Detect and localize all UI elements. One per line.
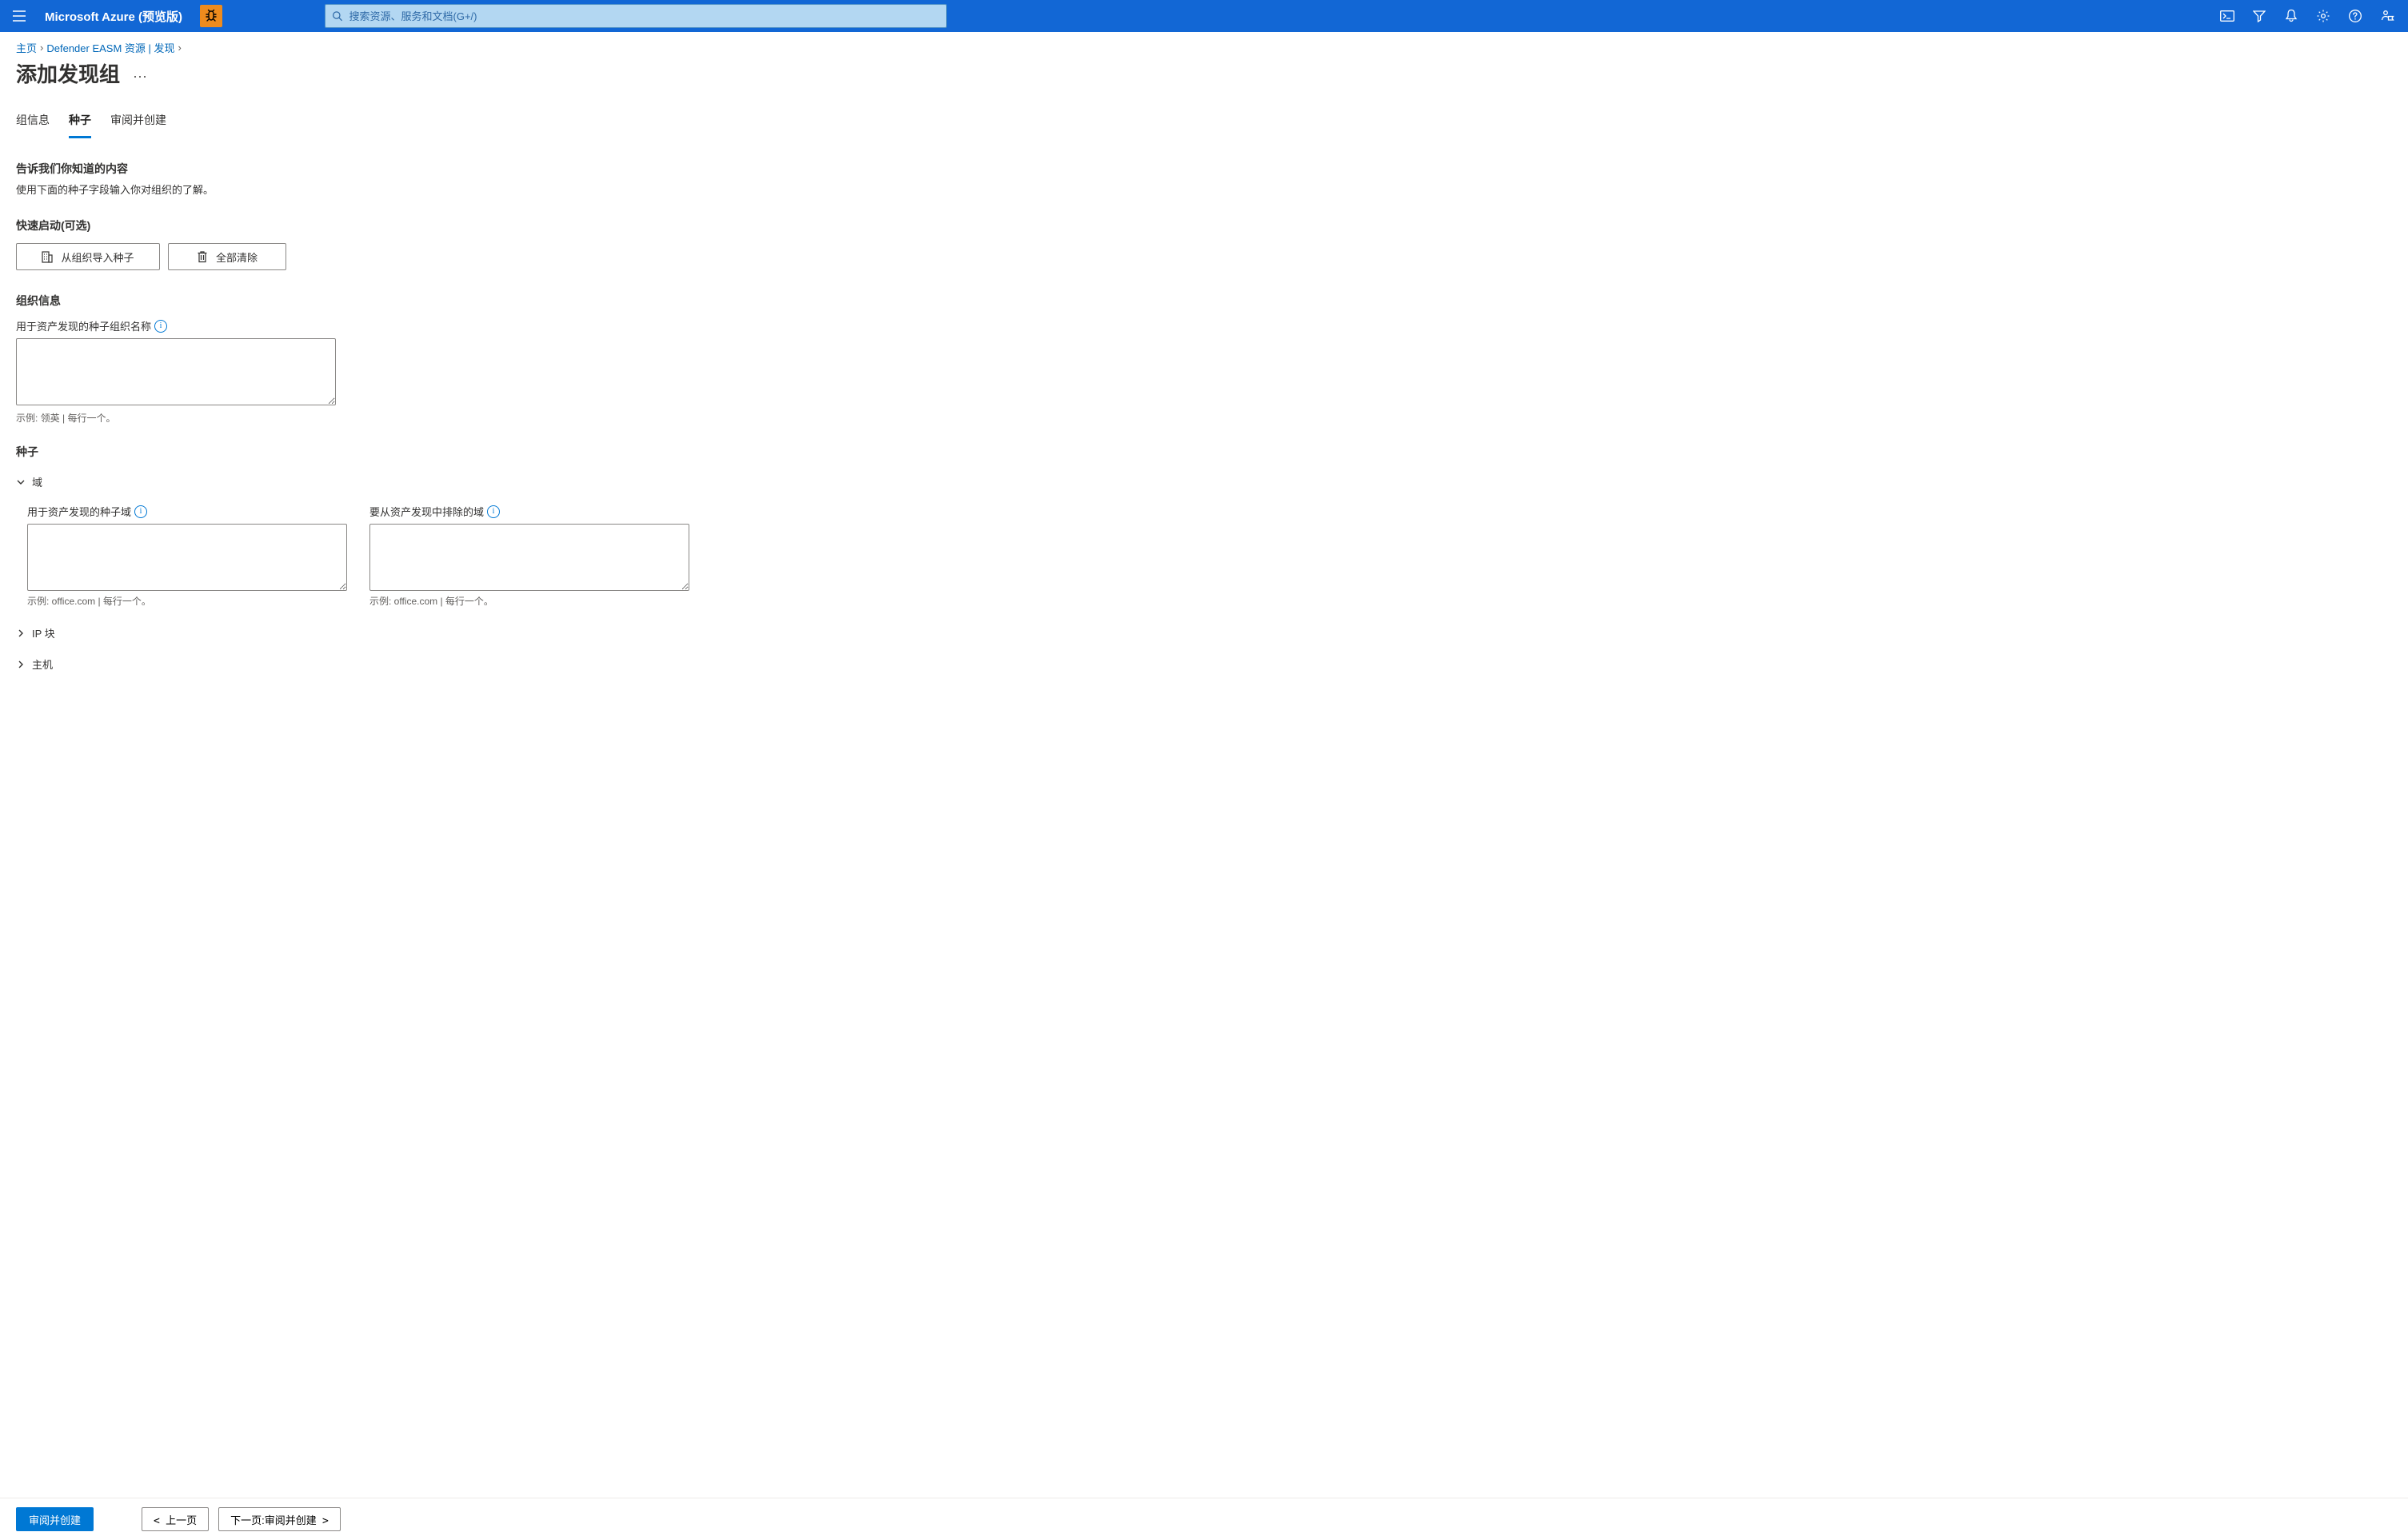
gear-icon (2316, 9, 2330, 23)
chevron-down-icon (16, 477, 26, 487)
page-body: 主页 › Defender EASM 资源 | 发现 › 添加发现组 ⋯ 组信息… (0, 32, 2408, 1498)
section-intro: 告诉我们你知道的内容 使用下面的种子字段输入你对组织的了解。 (16, 161, 2392, 197)
import-seeds-from-org-button[interactable]: 从组织导入种子 (16, 243, 160, 270)
feedback-icon (2380, 9, 2394, 23)
org-names-label-text: 用于资产发现的种子组织名称 (16, 318, 151, 333)
org-names-textarea[interactable] (16, 338, 336, 405)
chevron-right-icon: › (178, 42, 182, 54)
menu-icon (13, 10, 26, 22)
filter-icon (2253, 10, 2266, 22)
notifications-button[interactable] (2277, 0, 2306, 32)
cloud-shell-icon (2220, 10, 2234, 22)
breadcrumb-home[interactable]: 主页 (16, 40, 37, 55)
preview-bug-button[interactable] (200, 5, 222, 27)
wizard-footer: 审阅并创建 < 上一页 下一页:审阅并创建 > (0, 1498, 2408, 1540)
intro-sub: 使用下面的种子字段输入你对组织的了解。 (16, 182, 2392, 197)
page-title: 添加发现组 (16, 58, 120, 88)
breadcrumb-resource[interactable]: Defender EASM 资源 | 发现 (46, 40, 174, 55)
accordion-ip-blocks-header[interactable]: IP 块 (16, 620, 2392, 645)
section-quickstart: 快速启动(可选) 从组织导入种子 全部清除 (16, 217, 2392, 270)
domains-include-label-text: 用于资产发现的种子域 (27, 504, 131, 519)
review-and-create-button[interactable]: 审阅并创建 (16, 1507, 94, 1531)
breadcrumb: 主页 › Defender EASM 资源 | 发现 › (16, 40, 2392, 55)
next-page-label: 下一页:审阅并创建 (230, 1514, 317, 1526)
help-icon (2348, 9, 2362, 23)
import-seeds-label: 从组织导入种子 (61, 249, 134, 265)
accordion-domains: 域 用于资产发现的种子域 i 示例: office.com | 每行一个。 (16, 469, 2392, 614)
chevron-right-icon (16, 660, 26, 669)
domains-exclude-label-text: 要从资产发现中排除的域 (369, 504, 484, 519)
info-icon[interactable]: i (134, 505, 147, 518)
cloud-shell-button[interactable] (2213, 0, 2242, 32)
info-icon[interactable]: i (154, 320, 167, 333)
domains-include-textarea[interactable] (27, 524, 347, 591)
seeds-heading: 种子 (16, 444, 2392, 460)
header-actions (2213, 0, 2402, 32)
accordion-hosts-title: 主机 (32, 656, 53, 672)
accordion-domains-title: 域 (32, 474, 42, 489)
settings-button[interactable] (2309, 0, 2338, 32)
accordion-ip-blocks: IP 块 (16, 620, 2392, 645)
accordion-hosts: 主机 (16, 652, 2392, 676)
domains-exclude-textarea[interactable] (369, 524, 689, 591)
hamburger-menu-button[interactable] (6, 3, 32, 29)
trash-icon (197, 250, 208, 263)
domains-exclude-label: 要从资产发现中排除的域 i (369, 504, 689, 519)
domains-include-hint: 示例: office.com | 每行一个。 (27, 594, 347, 608)
page-title-row: 添加发现组 ⋯ (16, 58, 2392, 88)
global-search-input[interactable] (348, 10, 940, 23)
accordion-ip-blocks-title: IP 块 (32, 625, 55, 640)
tab-group-info[interactable]: 组信息 (16, 107, 50, 138)
building-icon (42, 250, 53, 263)
section-org-info: 组织信息 用于资产发现的种子组织名称 i 示例: 领英 | 每行一个。 (16, 293, 2392, 425)
bell-icon (2285, 9, 2298, 23)
previous-page-label: 上一页 (166, 1514, 197, 1526)
accordion-domains-header[interactable]: 域 (16, 469, 2392, 494)
feedback-button[interactable] (2373, 0, 2402, 32)
intro-heading: 告诉我们你知道的内容 (16, 161, 2392, 177)
chevron-right-icon (16, 628, 26, 638)
tab-seeds[interactable]: 种子 (69, 107, 91, 138)
more-actions-button[interactable]: ⋯ (133, 70, 147, 84)
domains-include-label: 用于资产发现的种子域 i (27, 504, 347, 519)
search-icon (332, 10, 343, 22)
org-names-label: 用于资产发现的种子组织名称 i (16, 318, 2392, 333)
previous-page-button[interactable]: < 上一页 (142, 1507, 209, 1531)
tabs: 组信息 种子 审阅并创建 (16, 107, 2392, 138)
clear-all-button[interactable]: 全部清除 (168, 243, 286, 270)
global-search[interactable] (325, 4, 947, 28)
directory-filter-button[interactable] (2245, 0, 2274, 32)
domains-exclude-col: 要从资产发现中排除的域 i 示例: office.com | 每行一个。 (369, 504, 689, 608)
next-page-button[interactable]: 下一页:审阅并创建 > (218, 1507, 341, 1531)
domains-include-col: 用于资产发现的种子域 i 示例: office.com | 每行一个。 (27, 504, 347, 608)
azure-header: Microsoft Azure (预览版) (0, 0, 2408, 32)
org-info-heading: 组织信息 (16, 293, 2392, 309)
bug-icon (204, 9, 218, 23)
help-button[interactable] (2341, 0, 2370, 32)
accordion-hosts-header[interactable]: 主机 (16, 652, 2392, 676)
org-names-hint: 示例: 领英 | 每行一个。 (16, 411, 2392, 425)
clear-all-label: 全部清除 (216, 249, 258, 265)
quickstart-heading: 快速启动(可选) (16, 217, 2392, 233)
tab-review-create[interactable]: 审阅并创建 (110, 107, 166, 138)
domains-exclude-hint: 示例: office.com | 每行一个。 (369, 594, 689, 608)
section-seeds: 种子 域 用于资产发现的种子域 i 示例: office.com | 每行一个。 (16, 444, 2392, 676)
chevron-right-icon: › (40, 42, 43, 54)
brand-label[interactable]: Microsoft Azure (预览版) (38, 8, 189, 25)
info-icon[interactable]: i (487, 505, 500, 518)
